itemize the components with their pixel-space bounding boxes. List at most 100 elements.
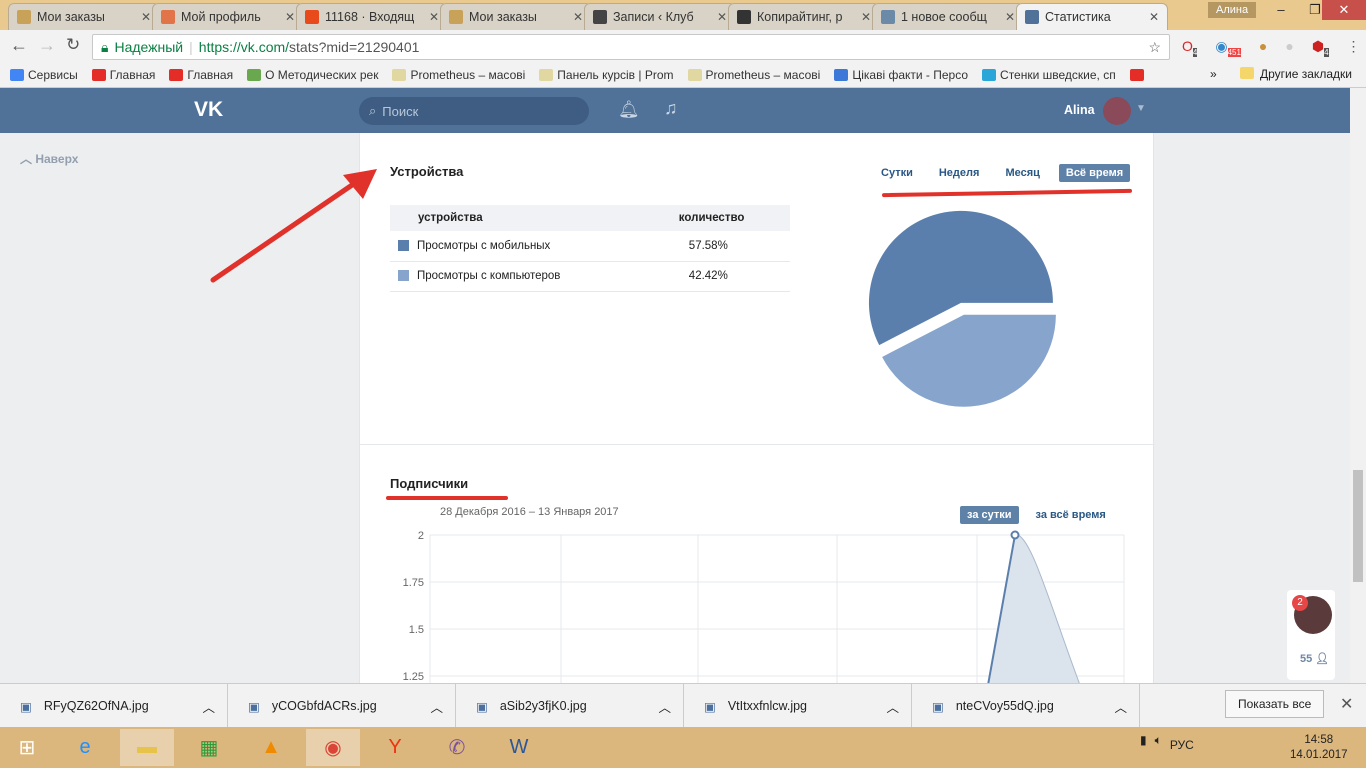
- show-all-downloads-button[interactable]: Показать все: [1225, 690, 1325, 718]
- search-input[interactable]: ⌕ Поиск: [359, 97, 589, 125]
- language-indicator[interactable]: РУС: [1170, 738, 1194, 752]
- column-header: количество: [678, 205, 790, 231]
- vk-logo[interactable]: VK: [194, 98, 223, 122]
- close-downloads-button[interactable]: ✕: [1340, 694, 1353, 714]
- address-bar[interactable]: 🔒︎ Надежный | https://vk.com/stats?mid=2…: [92, 34, 1170, 60]
- file-name: yCOGbfdACRs.jpg: [271, 699, 377, 713]
- download-item[interactable]: ▣ RFyQZ62OfNA.jpg ︿: [0, 684, 228, 728]
- ie-icon[interactable]: e: [58, 729, 112, 766]
- start-icon[interactable]: ⊞: [0, 729, 54, 766]
- vlc-icon[interactable]: ▲: [244, 729, 298, 766]
- tab[interactable]: 1 новое сообщ ✕: [872, 3, 1024, 30]
- bookmark[interactable]: Цікаві факти - Персо: [834, 68, 968, 82]
- tab-label: Копирайтинг, р: [757, 10, 843, 24]
- avatar[interactable]: [1103, 97, 1131, 125]
- chat-widget[interactable]: 2 55 👤︎: [1287, 590, 1335, 680]
- divider: [360, 444, 1155, 445]
- other-bookmarks[interactable]: Другие закладки: [1240, 67, 1352, 81]
- tab[interactable]: Мои заказы ✕: [8, 3, 160, 30]
- more-bookmarks-button[interactable]: »: [1210, 67, 1217, 81]
- cookie-icon[interactable]: ●: [1259, 38, 1267, 57]
- image-file-icon: ▣: [704, 699, 716, 714]
- extension-icon[interactable]: ●: [1285, 38, 1293, 57]
- tab[interactable]: Записи ‹ Клуб ✕: [584, 3, 736, 30]
- star-icon[interactable]: ☆: [1148, 39, 1161, 56]
- explorer-icon[interactable]: ▬: [120, 729, 174, 766]
- clock[interactable]: 14:58 14.01.2017: [1290, 733, 1348, 763]
- tab-label: Статистика: [1045, 10, 1111, 24]
- data-point[interactable]: [1010, 530, 1020, 540]
- chevron-up-icon[interactable]: ︿: [886, 697, 899, 716]
- close-tab-icon[interactable]: ✕: [1005, 10, 1015, 24]
- user-name[interactable]: Alina: [1064, 103, 1095, 117]
- extension-icon[interactable]: ◉451: [1215, 38, 1241, 57]
- viber-icon[interactable]: ✆: [430, 729, 484, 766]
- tab[interactable]: Статистика ✕: [1016, 3, 1168, 30]
- close-tab-icon[interactable]: ✕: [429, 10, 439, 24]
- bookmark[interactable]: Стенки шведские, сп: [982, 68, 1116, 82]
- a-icon: [737, 10, 751, 24]
- bookmark[interactable]: Главная: [91, 68, 155, 82]
- chevron-up-icon[interactable]: ︿: [430, 697, 443, 716]
- bookmark[interactable]: Главная: [169, 68, 233, 82]
- tab[interactable]: Мои заказы ✕: [440, 3, 592, 30]
- close-tab-icon[interactable]: ✕: [1149, 10, 1159, 24]
- bookmark-icon: [247, 69, 262, 81]
- opera-extension-icon[interactable]: O4: [1182, 38, 1198, 57]
- profile-chip[interactable]: Алина: [1208, 2, 1257, 18]
- period-tab[interactable]: Неделя: [932, 164, 987, 182]
- close-tab-icon[interactable]: ✕: [285, 10, 295, 24]
- url-host: https://vk.com/: [198, 39, 290, 55]
- music-icon[interactable]: ♫: [664, 98, 678, 119]
- youtube-bookmark-icon[interactable]: [1129, 69, 1144, 81]
- bookmark[interactable]: Панель курсів | Prom: [539, 68, 674, 82]
- tab[interactable]: 11168 · Входящ ✕: [296, 3, 448, 30]
- download-item[interactable]: ▣ VtItxxfnlcw.jpg ︿: [684, 684, 912, 728]
- minimize-button[interactable]: –: [1264, 0, 1298, 20]
- close-tab-icon[interactable]: ✕: [861, 10, 871, 24]
- close-tab-icon[interactable]: ✕: [573, 10, 583, 24]
- tab-label: Мои заказы: [469, 10, 537, 24]
- period-tab[interactable]: Месяц: [998, 164, 1046, 182]
- bookmark-icon: [169, 69, 184, 81]
- bookmark[interactable]: Prometheus – масові: [392, 68, 525, 82]
- download-item[interactable]: ▣ aSib2y3fjK0.jpg ︿: [456, 684, 684, 728]
- period-tab[interactable]: за всё время: [1029, 506, 1113, 524]
- bell-icon[interactable]: 🔔︎: [618, 100, 640, 120]
- scrollbar-thumb[interactable]: [1353, 470, 1363, 582]
- yandex-icon[interactable]: Y: [368, 729, 422, 766]
- period-tab[interactable]: Сутки: [874, 164, 920, 182]
- tab[interactable]: Мой профиль ✕: [152, 3, 304, 30]
- period-tab[interactable]: Всё время: [1058, 164, 1131, 182]
- chevron-up-icon[interactable]: ︿: [658, 697, 671, 716]
- chevron-up-icon[interactable]: ︿: [202, 697, 215, 716]
- download-item[interactable]: ▣ nteCVoy55dQ.jpg ︿: [912, 684, 1140, 728]
- download-item[interactable]: ▣ yCOGbfdACRs.jpg ︿: [228, 684, 456, 728]
- close-window-button[interactable]: ✕: [1322, 0, 1366, 20]
- friends-online-count[interactable]: 55 👤︎: [1300, 652, 1329, 665]
- bookmark[interactable]: О Методических рек: [247, 68, 378, 82]
- system-tray: ▮ 🔈︎ РУС: [1140, 733, 1194, 752]
- back-to-top-link[interactable]: ︿ Наверх: [20, 150, 78, 167]
- close-tab-icon[interactable]: ✕: [141, 10, 151, 24]
- chrome-icon[interactable]: ◉: [306, 729, 360, 766]
- forward-button[interactable]: →: [38, 35, 56, 56]
- tab-label: 1 новое сообщ: [901, 10, 987, 24]
- tab-label: Мои заказы: [37, 10, 105, 24]
- bookmark[interactable]: Prometheus – масові: [687, 68, 820, 82]
- menu-icon[interactable]: ⋮: [1347, 38, 1361, 57]
- back-button[interactable]: ←: [10, 35, 28, 56]
- chevron-down-icon[interactable]: ▼: [1136, 103, 1146, 114]
- security-label: Надежный: [114, 39, 184, 55]
- word-icon[interactable]: W: [492, 729, 546, 766]
- bookmark-icon: [834, 69, 849, 81]
- scrollbar[interactable]: [1350, 88, 1366, 683]
- adblock-icon[interactable]: ⬢4: [1312, 38, 1329, 57]
- reload-button[interactable]: ↻: [66, 35, 80, 55]
- store-icon[interactable]: ▦: [182, 729, 236, 766]
- chevron-up-icon[interactable]: ︿: [1114, 697, 1127, 716]
- bookmark[interactable]: Сервисы: [10, 68, 78, 82]
- close-tab-icon[interactable]: ✕: [717, 10, 727, 24]
- tab[interactable]: Копирайтинг, р ✕: [728, 3, 880, 30]
- period-tab[interactable]: за сутки: [960, 506, 1019, 524]
